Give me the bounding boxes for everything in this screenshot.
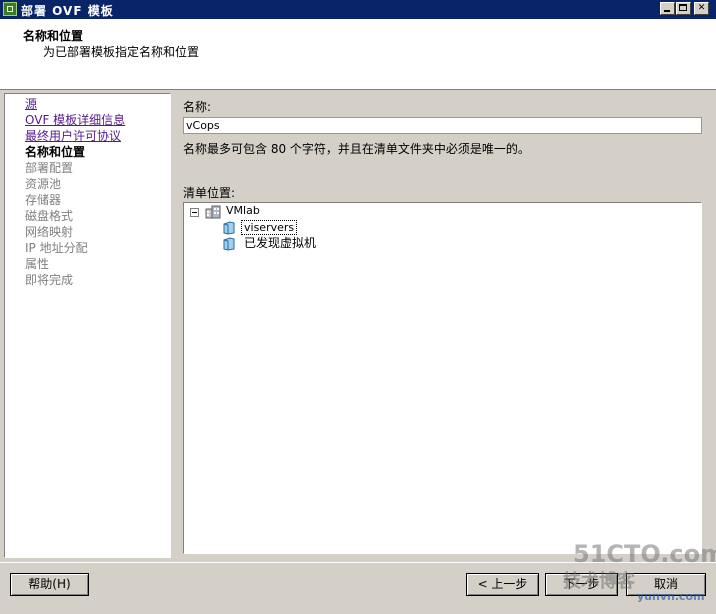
- step-resource-pool: 资源池: [25, 177, 62, 191]
- watermark-51cto: 51CTO.com: [573, 540, 716, 568]
- wizard-header: 名称和位置 为已部署模板指定名称和位置: [0, 19, 716, 90]
- step-deploy-config: 部署配置: [25, 161, 74, 175]
- help-button[interactable]: 帮助(H): [10, 573, 89, 596]
- wizard-steps-panel: 源 OVF 模板详细信息 最终用户许可协议 名称和位置 部署配置 资源池 存储器…: [4, 93, 171, 558]
- tree-label-vmlab[interactable]: VMlab: [226, 203, 260, 219]
- step-properties: 属性: [25, 257, 50, 271]
- name-hint: 名称最多可包含 80 个字符，并且在清单文件夹中必须是唯一的。: [183, 142, 530, 156]
- datacenter-icon: [205, 205, 221, 219]
- step-source[interactable]: 源: [25, 96, 170, 112]
- inventory-tree[interactable]: VMlab viservers 已发现虚拟机: [183, 202, 702, 554]
- page-title: 名称和位置: [23, 29, 84, 43]
- tree-label-discovered-vms[interactable]: 已发现虚拟机: [244, 235, 316, 251]
- collapse-icon[interactable]: [190, 208, 199, 217]
- name-label: 名称:: [183, 100, 212, 114]
- step-ip-allocation: IP 地址分配: [25, 241, 88, 255]
- tree-row-discovered-vms[interactable]: 已发现虚拟机: [184, 235, 484, 251]
- deploy-ovf-window: 部署 OVF 模板 ✕ 名称和位置 为已部署模板指定名称和位置 源 OVF 模板…: [0, 0, 716, 614]
- inventory-location-label: 清单位置:: [183, 186, 236, 200]
- folder-icon: [223, 221, 235, 235]
- main-panel: 名称: 名称最多可包含 80 个字符，并且在清单文件夹中必须是唯一的。 清单位置…: [176, 93, 712, 558]
- back-button[interactable]: < 上一步: [466, 573, 539, 596]
- window-title: 部署 OVF 模板: [21, 4, 114, 18]
- step-name-location: 名称和位置: [25, 145, 86, 159]
- vsphere-app-icon: [3, 2, 17, 16]
- maximize-button[interactable]: [676, 2, 691, 15]
- step-disk-format: 磁盘格式: [25, 209, 74, 223]
- tree-row-viservers[interactable]: viservers: [184, 219, 484, 235]
- watermark-blog: 技术博客: [563, 571, 635, 592]
- step-network-mapping: 网络映射: [25, 225, 74, 239]
- close-button[interactable]: ✕: [694, 2, 709, 15]
- page-subtitle: 为已部署模板指定名称和位置: [43, 45, 200, 59]
- step-eula[interactable]: 最终用户许可协议: [25, 128, 170, 144]
- tree-row-root[interactable]: VMlab: [184, 203, 484, 219]
- tree-label-viservers[interactable]: viservers: [241, 220, 298, 235]
- title-bar: 部署 OVF 模板 ✕: [0, 0, 716, 19]
- step-ovf-details[interactable]: OVF 模板详细信息: [25, 112, 170, 128]
- step-ready-to-complete: 即将完成: [25, 273, 74, 287]
- folder-icon: [223, 237, 235, 251]
- name-input[interactable]: [183, 117, 702, 134]
- watermark-site: yunvn.com: [637, 590, 705, 603]
- minimize-button[interactable]: [660, 2, 675, 15]
- step-storage: 存储器: [25, 193, 62, 207]
